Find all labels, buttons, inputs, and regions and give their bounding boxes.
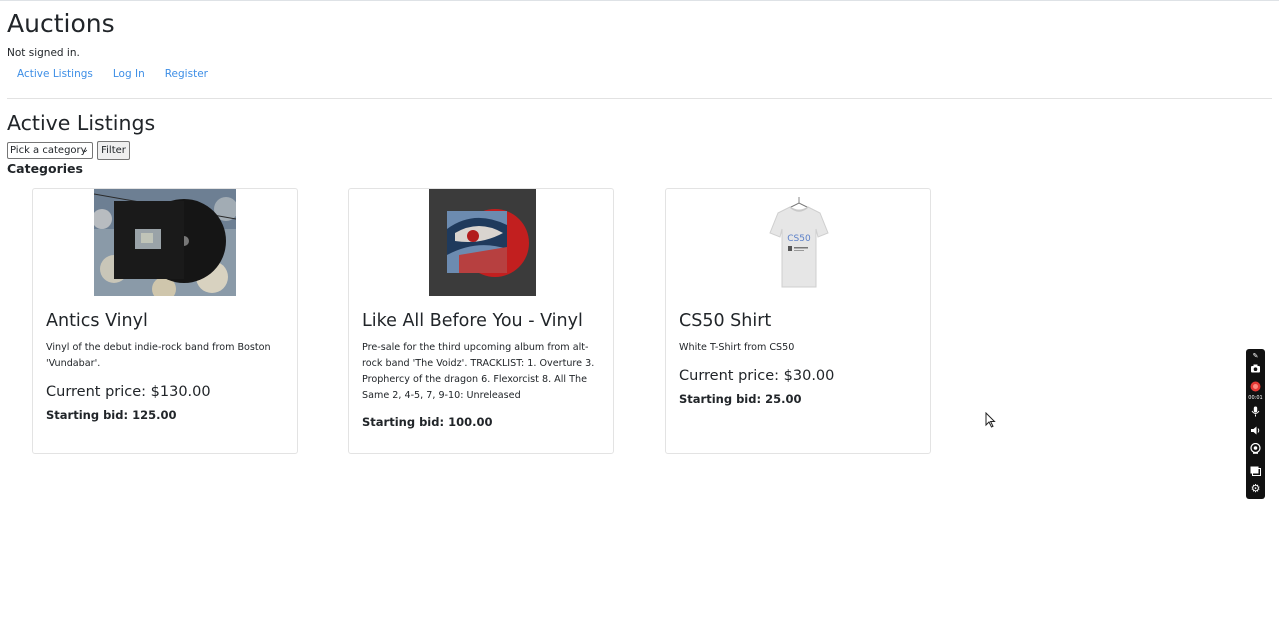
svg-text:CS50: CS50 [787, 234, 811, 244]
webcam-icon[interactable] [1250, 442, 1261, 454]
nav-link-log-in[interactable]: Log In [103, 67, 155, 81]
listing-title[interactable]: CS50 Shirt [679, 309, 771, 333]
recorder-toolbar: ✎ 00:01 ⚙ [1246, 349, 1265, 499]
listing-description: White T-Shirt from CS50 [679, 342, 795, 353]
categories-heading: Categories [7, 161, 83, 176]
window-icon[interactable] [1250, 465, 1261, 476]
header-divider [7, 98, 1272, 99]
camera-icon[interactable] [1250, 363, 1261, 374]
listing-title[interactable]: Like All Before You - Vinyl [362, 309, 583, 333]
listing-card[interactable]: CS50 CS50 Shirt White T-Shirt from CS50 … [665, 188, 931, 454]
speaker-icon[interactable] [1250, 425, 1261, 436]
record-icon[interactable] [1250, 381, 1261, 392]
starting-bid: Starting bid: 125.00 [46, 408, 177, 422]
starting-bid: Starting bid: 100.00 [362, 415, 493, 429]
signin-status: Not signed in. [7, 47, 80, 59]
listing-image[interactable] [94, 189, 236, 296]
tshirt-image: CS50 [754, 189, 844, 296]
listing-card[interactable]: Like All Before You - Vinyl Pre-sale for… [348, 188, 614, 454]
listing-image[interactable]: CS50 [754, 189, 844, 296]
main-nav: Active Listings Log In Register [0, 67, 218, 81]
page-title: Active Listings [7, 111, 156, 135]
gear-icon[interactable]: ⚙ [1250, 483, 1261, 494]
listing-title[interactable]: Antics Vinyl [46, 309, 148, 333]
starting-bid: Starting bid: 25.00 [679, 392, 802, 406]
filter-form: Pick a category ⌄ Filter [7, 141, 130, 160]
current-price: Current price: $130.00 [46, 384, 211, 400]
listing-image[interactable] [429, 189, 536, 296]
vinyl-album-image [429, 189, 536, 296]
recording-timer: 00:01 [1248, 395, 1263, 401]
feather-icon[interactable]: ✎ [1250, 351, 1261, 362]
site-title: Auctions [7, 9, 115, 38]
current-price: Current price: $30.00 [679, 368, 835, 384]
listing-description: Vinyl of the debut indie-rock band from … [46, 342, 271, 369]
category-select-value: Pick a category [10, 145, 87, 156]
nav-link-register[interactable]: Register [155, 67, 218, 81]
listing-description: Pre-sale for the third upcoming album fr… [362, 342, 595, 401]
microphone-icon[interactable] [1250, 406, 1261, 417]
chevron-down-icon: ⌄ [81, 145, 89, 155]
filter-button[interactable]: Filter [97, 141, 130, 160]
category-select[interactable]: Pick a category ⌄ [7, 142, 93, 159]
vinyl-album-image [94, 189, 236, 296]
nav-link-active-listings[interactable]: Active Listings [0, 67, 103, 81]
mouse-cursor-icon [985, 411, 996, 432]
listing-card[interactable]: Antics Vinyl Vinyl of the debut indie-ro… [32, 188, 298, 454]
